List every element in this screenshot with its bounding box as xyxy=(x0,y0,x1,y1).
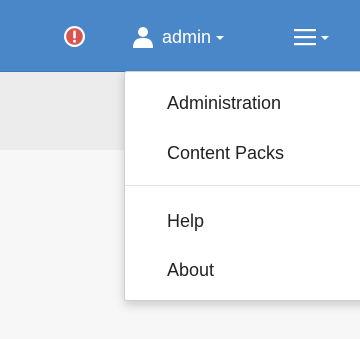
menu-divider xyxy=(125,185,360,186)
menu-item-administration[interactable]: Administration xyxy=(167,92,281,114)
menu-item-about[interactable]: About xyxy=(167,259,214,281)
menu-item-help[interactable]: Help xyxy=(167,210,204,232)
menu-item-content-packs[interactable]: Content Packs xyxy=(167,142,284,164)
top-navbar: admin xyxy=(0,0,360,72)
hamburger-icon xyxy=(294,29,316,46)
main-menu-toggle[interactable] xyxy=(294,20,329,54)
chevron-down-icon xyxy=(216,36,225,40)
chevron-down-icon xyxy=(321,36,329,40)
user-menu-toggle[interactable]: admin xyxy=(132,20,225,54)
main-menu-dropdown: Administration Content Packs Help About xyxy=(124,71,360,301)
exclamation-circle-icon[interactable] xyxy=(64,26,85,47)
user-icon xyxy=(133,27,153,48)
username-label: admin xyxy=(162,27,212,47)
